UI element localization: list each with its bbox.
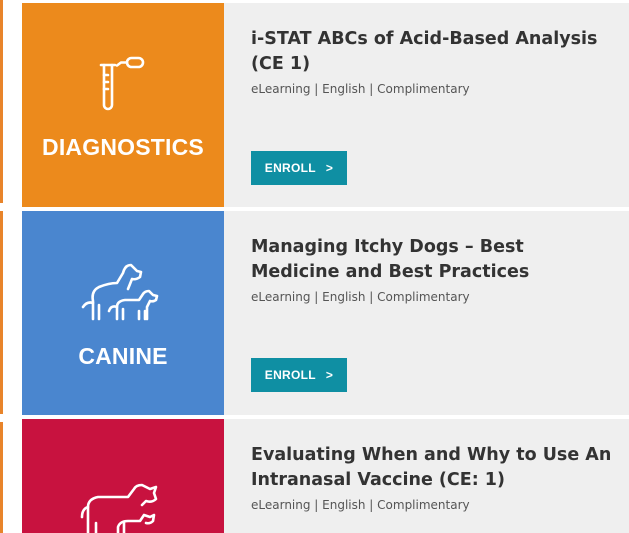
enroll-button-label: ENROLL — [264, 368, 316, 382]
enroll-button-label: ENROLL — [264, 161, 316, 175]
course-info: i-STAT ABCs of Acid-Based Analysis (CE 1… — [251, 27, 615, 96]
category-label: CANINE — [78, 343, 168, 369]
course-meta: eLearning | English | Complimentary — [251, 290, 470, 304]
category-tile[interactable]: DIAGNOSTICS — [22, 3, 224, 207]
edge-segment — [0, 211, 3, 414]
course-card: Evaluating When and Why to Use An Intran… — [22, 419, 629, 533]
enroll-button[interactable]: ENROLL > — [251, 151, 347, 185]
left-edge-accent — [0, 0, 3, 533]
chevron-right-icon: > — [325, 161, 334, 175]
test-tube-dropper-icon — [22, 53, 224, 117]
course-title[interactable]: Evaluating When and Why to Use An Intran… — [251, 443, 615, 493]
edge-segment — [0, 422, 3, 533]
category-tile[interactable]: CANINE — [22, 211, 224, 415]
course-card: CANINE Managing Itchy Dogs – Best Medici… — [22, 211, 629, 415]
category-tile[interactable] — [22, 419, 224, 533]
category-label: DIAGNOSTICS — [42, 134, 204, 160]
course-title[interactable]: i-STAT ABCs of Acid-Based Analysis (CE 1… — [251, 27, 615, 77]
course-info: Managing Itchy Dogs – Best Medicine and … — [251, 235, 615, 304]
dogs-icon — [22, 259, 224, 325]
course-card: DIAGNOSTICS i-STAT ABCs of Acid-Based An… — [22, 3, 629, 207]
course-info: Evaluating When and Why to Use An Intran… — [251, 443, 615, 512]
edge-segment — [0, 0, 3, 203]
course-title[interactable]: Managing Itchy Dogs – Best Medicine and … — [251, 235, 615, 285]
course-meta: eLearning | English | Complimentary — [251, 82, 470, 96]
course-meta: eLearning | English | Complimentary — [251, 498, 470, 512]
enroll-button[interactable]: ENROLL > — [251, 358, 347, 392]
chevron-right-icon: > — [325, 368, 334, 382]
cow-and-calf-icon — [22, 479, 224, 533]
